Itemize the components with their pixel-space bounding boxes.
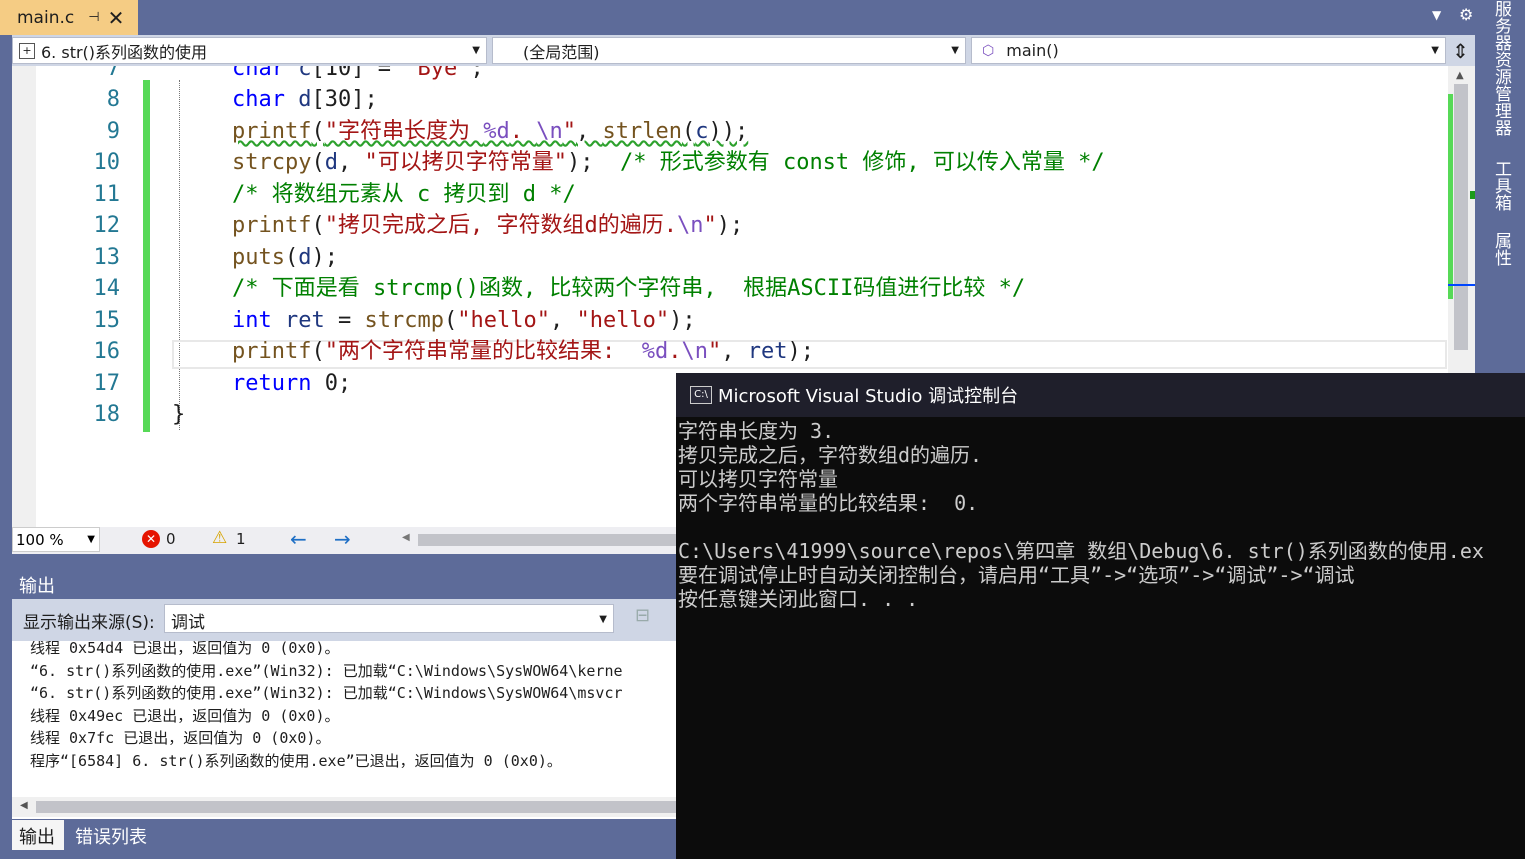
code-line[interactable]: printf("字符串长度为 %d. \n", strlen(c)); <box>232 116 748 147</box>
tab-dropdown-icon[interactable]: ▼ <box>1432 8 1441 22</box>
line-number: 13 <box>93 245 121 270</box>
scroll-up-icon[interactable]: ▲ <box>1456 70 1464 81</box>
navigation-bar: + 6. str()系列函数的使用 ▼ (全局范围) ▼ ⬡ main() ▼ … <box>12 35 1475 66</box>
code-line[interactable]: printf("拷贝完成之后, 字符数组d的遍历.\n"); <box>232 210 743 241</box>
line-number: 14 <box>93 276 121 301</box>
glyph-margin <box>12 66 36 527</box>
console-line: 要在调试停止时自动关闭控制台，请启用“工具”->“选项”->“调试”->“调试 <box>678 563 1355 587</box>
line-number: 11 <box>93 182 121 207</box>
scrollbar-thumb[interactable] <box>36 801 676 813</box>
line-number: 7 <box>106 66 120 81</box>
output-horizontal-scrollbar[interactable]: ◀ <box>12 797 676 817</box>
tab-properties[interactable]: 属性 <box>1489 232 1514 266</box>
code-line[interactable]: printf("两个字符串常量的比较结果: %d.\n", ret); <box>232 336 814 367</box>
member-dropdown[interactable]: ⬡ main() ▼ <box>971 37 1446 64</box>
code-line[interactable]: strcpy(d, "可以拷贝字符常量"); /* 形式参数有 const 修饰… <box>232 147 1105 178</box>
tab-error-list[interactable]: 错误列表 <box>68 820 154 850</box>
scrollbar-thumb[interactable] <box>1454 84 1468 350</box>
line-number: 18 <box>93 402 121 427</box>
line-number: 10 <box>93 150 121 175</box>
code-line[interactable]: puts(d); <box>232 242 338 273</box>
console-line: 字符串长度为 3. <box>678 419 835 443</box>
code-line[interactable]: /* 将数组元素从 c 拷贝到 d */ <box>232 179 576 210</box>
member-label: main() <box>1006 41 1059 60</box>
code-line[interactable]: return 0; <box>232 368 351 399</box>
line-number: 15 <box>93 308 121 333</box>
zoom-dropdown[interactable]: 100 % ▼ <box>12 527 100 552</box>
output-line: 线程 0x7fc 已退出，返回值为 0 (0x0)。 <box>30 729 331 747</box>
code-line[interactable]: } <box>172 399 185 430</box>
pin-icon[interactable]: ⊣ <box>88 10 99 25</box>
output-source-value: 调试 <box>171 613 205 633</box>
horizontal-scrollbar[interactable] <box>418 534 676 546</box>
console-title-bar[interactable]: C:\ Microsoft Visual Studio 调试控制台 <box>676 373 1525 417</box>
chevron-down-icon: ▼ <box>472 45 480 56</box>
output-source-dropdown[interactable]: 调试 ▼ <box>164 604 614 633</box>
chevron-down-icon: ▼ <box>87 534 95 545</box>
scope-dropdown[interactable]: (全局范围) ▼ <box>492 37 966 64</box>
chevron-down-icon: ▼ <box>599 614 607 625</box>
console-line: 拷贝完成之后，字符数组d的遍历. <box>678 443 983 467</box>
console-title: Microsoft Visual Studio 调试控制台 <box>718 386 1019 407</box>
line-number: 12 <box>93 213 121 238</box>
line-number: 8 <box>106 87 120 112</box>
output-line: “6. str()系列函数的使用.exe”(Win32): 已加载“C:\Win… <box>30 684 623 702</box>
split-view-icon[interactable]: ⇕ <box>1452 39 1469 63</box>
change-tracking-bar <box>143 80 150 432</box>
editor-tab-strip: main.c ⊣ ✕ ▼ ⚙ <box>0 0 1480 35</box>
code-line[interactable]: char d[30]; <box>232 84 378 115</box>
clear-output-icon[interactable]: ⊟ <box>635 605 650 626</box>
output-line: 线程 0x54d4 已退出，返回值为 0 (0x0)。 <box>30 641 340 657</box>
tab-main-c[interactable]: main.c ⊣ ✕ <box>0 0 138 35</box>
code-line[interactable]: /* 下面是看 strcmp()函数, 比较两个字符串, 根据ASCII码值进行… <box>232 273 1025 304</box>
caret-marker <box>1448 284 1475 286</box>
arrow-right-icon[interactable]: → <box>334 527 351 551</box>
output-source-label: 显示输出来源(S): <box>23 613 155 633</box>
error-icon[interactable]: ✕ <box>142 530 160 548</box>
chevron-down-icon: ▼ <box>1431 45 1439 56</box>
project-icon: + <box>19 42 35 59</box>
tab-label: main.c <box>17 7 75 28</box>
bottom-tab-strip: 输出 错误列表 <box>12 820 676 859</box>
line-number: 16 <box>93 339 121 364</box>
zoom-value: 100 % <box>16 530 64 549</box>
scope-label: (全局范围) <box>523 42 600 62</box>
scroll-left-icon[interactable]: ◀ <box>402 532 410 543</box>
console-line: 按任意键关闭此窗口. . . <box>678 587 919 611</box>
code-line[interactable]: int ret = strcmp("hello", "hello"); <box>232 305 696 336</box>
tab-toolbox[interactable]: 工具箱 <box>1489 160 1514 211</box>
code-line[interactable]: char c[10] = "Bye"; <box>232 66 484 84</box>
debug-console-window[interactable]: C:\ Microsoft Visual Studio 调试控制台 字符串长度为… <box>676 373 1525 859</box>
output-text[interactable]: 线程 0x54d4 已退出，返回值为 0 (0x0)。 “6. str()系列函… <box>12 641 676 819</box>
chevron-down-icon: ▼ <box>951 45 959 56</box>
output-line: 程序“[6584] 6. str()系列函数的使用.exe”已退出，返回值为 0… <box>30 752 562 770</box>
output-panel-title: 输出 <box>12 566 676 599</box>
line-number: 9 <box>106 119 120 144</box>
output-toolbar: 显示输出来源(S): 调试 ▼ ⊟ <box>12 599 676 641</box>
tab-server-explorer[interactable]: 服务器资源管理器 <box>1489 0 1514 136</box>
line-number: 17 <box>93 371 121 396</box>
console-line: C:\Users\41999\source\repos\第四章 数组\Debug… <box>678 539 1484 563</box>
fold-guide <box>179 80 180 430</box>
error-count: 0 <box>166 530 176 548</box>
editor-status-row: 100 % ▼ ✕ 0 ⚠ 1 ← → ◀ <box>12 527 676 554</box>
close-icon[interactable]: ✕ <box>108 6 125 30</box>
tab-output[interactable]: 输出 <box>12 820 64 850</box>
project-label: 6. str()系列函数的使用 <box>41 42 208 62</box>
cube-icon: ⬡ <box>982 42 995 59</box>
project-dropdown[interactable]: + 6. str()系列函数的使用 ▼ <box>12 37 487 64</box>
change-marker <box>1448 94 1453 299</box>
arrow-left-icon[interactable]: ← <box>290 527 307 551</box>
side-panel: 服务器资源管理器 工具箱 属性 <box>1475 0 1525 370</box>
output-line: 线程 0x49ec 已退出，返回值为 0 (0x0)。 <box>30 707 340 725</box>
console-line: 两个字符串常量的比较结果: 0. <box>678 491 979 515</box>
output-line: “6. str()系列函数的使用.exe”(Win32): 已加载“C:\Win… <box>30 662 623 680</box>
warning-icon[interactable]: ⚠ <box>212 528 227 548</box>
warning-count: 1 <box>236 530 246 548</box>
gear-icon[interactable]: ⚙ <box>1459 5 1473 24</box>
scroll-left-icon[interactable]: ◀ <box>20 800 28 811</box>
console-line: 可以拷贝字符常量 <box>678 467 838 491</box>
console-icon: C:\ <box>690 386 712 404</box>
